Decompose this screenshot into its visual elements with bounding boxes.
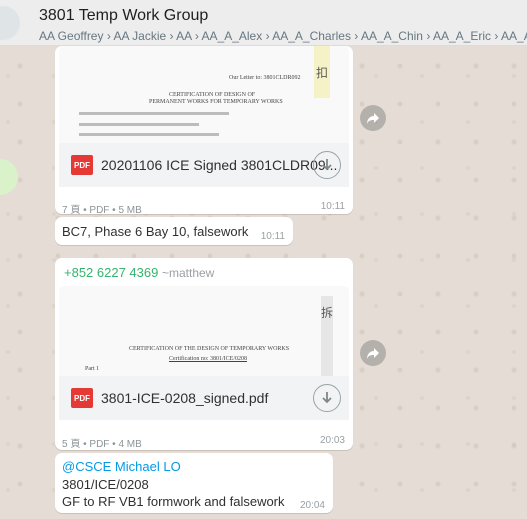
- pdf-icon: PDF: [71, 388, 93, 408]
- message-time: 10:11: [320, 201, 345, 212]
- sender-phone: +852 6227 4369: [64, 265, 159, 280]
- message-text: BC7, Phase 6 Bay 10, falsework: [62, 224, 249, 239]
- pdf-icon: PDF: [71, 155, 93, 175]
- preview-part: Part 1: [85, 366, 100, 372]
- preview-text-line: [79, 133, 219, 136]
- message-time: 20:03: [319, 435, 345, 446]
- sender-nickname: ~matthew: [161, 266, 215, 280]
- message-text: GF to RF VB1 formwork and falsework: [62, 494, 285, 509]
- preview-heading: CERTIFICATION OF THE DESIGN OF TEMPORARY…: [129, 346, 290, 352]
- message-time: 20:04: [299, 500, 325, 511]
- file-name: 20201106 ICE Signed 3801CLDR09...: [101, 157, 338, 173]
- download-icon: [322, 392, 332, 404]
- file-name: 3801-ICE-0208_signed.pdf: [101, 390, 269, 406]
- preview-reference: Our Letter to: 3801CLDR092: [229, 75, 301, 81]
- forward-button[interactable]: [360, 340, 386, 366]
- text-message[interactable]: @CSCE Michael LO 3801/ICE/0208 GF to RF …: [55, 453, 333, 513]
- chat-header[interactable]: 3801 Temp Work Group AA Geoffrey › AA Ja…: [0, 0, 527, 46]
- message-sender[interactable]: +852 6227 4369 ~matthew: [64, 265, 214, 280]
- group-avatar[interactable]: [0, 6, 20, 40]
- preview-heading: CERTIFICATION OF DESIGN OF: [169, 92, 256, 98]
- file-bar[interactable]: PDF 3801-ICE-0208_signed.pdf: [59, 376, 349, 420]
- download-icon: [322, 159, 332, 171]
- document-message[interactable]: 扣 Our Letter to: 3801CLDR092 CERTIFICATI…: [55, 46, 353, 216]
- preview-heading: Certification no: 3801/ICE/0208: [169, 356, 247, 362]
- message-text: 3801/ICE/0208: [62, 477, 149, 492]
- stamp-glyph: 扣: [316, 66, 329, 80]
- mention-link[interactable]: @CSCE Michael LO: [62, 459, 181, 474]
- stamp-glyph: 拆: [321, 306, 334, 320]
- file-meta: 5 頁 • PDF • 4 MB: [62, 439, 142, 450]
- preview-text-line: [79, 123, 199, 126]
- preview-heading: PERMANENT WORKS FOR TEMPORARY WORKS: [149, 99, 283, 105]
- forward-button[interactable]: [360, 105, 386, 131]
- document-message[interactable]: +852 6227 4369 ~matthew 拆 CERTIFICATION …: [55, 258, 353, 450]
- forward-icon: [367, 347, 379, 359]
- document-preview[interactable]: 拆 CERTIFICATION OF THE DESIGN OF TEMPORA…: [59, 286, 349, 376]
- download-button[interactable]: [313, 384, 341, 412]
- group-title[interactable]: 3801 Temp Work Group: [39, 7, 208, 25]
- text-message[interactable]: BC7, Phase 6 Bay 10, falsework 10:11: [55, 217, 293, 245]
- document-preview[interactable]: 扣 Our Letter to: 3801CLDR092 CERTIFICATI…: [59, 46, 349, 143]
- file-bar[interactable]: PDF 20201106 ICE Signed 3801CLDR09...: [59, 143, 349, 187]
- file-meta: 7 頁 • PDF • 5 MB: [62, 205, 142, 216]
- forward-icon: [367, 112, 379, 124]
- preview-text-line: [79, 112, 229, 115]
- message-time: 10:11: [260, 231, 285, 242]
- download-button[interactable]: [313, 151, 341, 179]
- group-members: AA Geoffrey › AA Jackie › AA › AA_A_Alex…: [39, 29, 527, 43]
